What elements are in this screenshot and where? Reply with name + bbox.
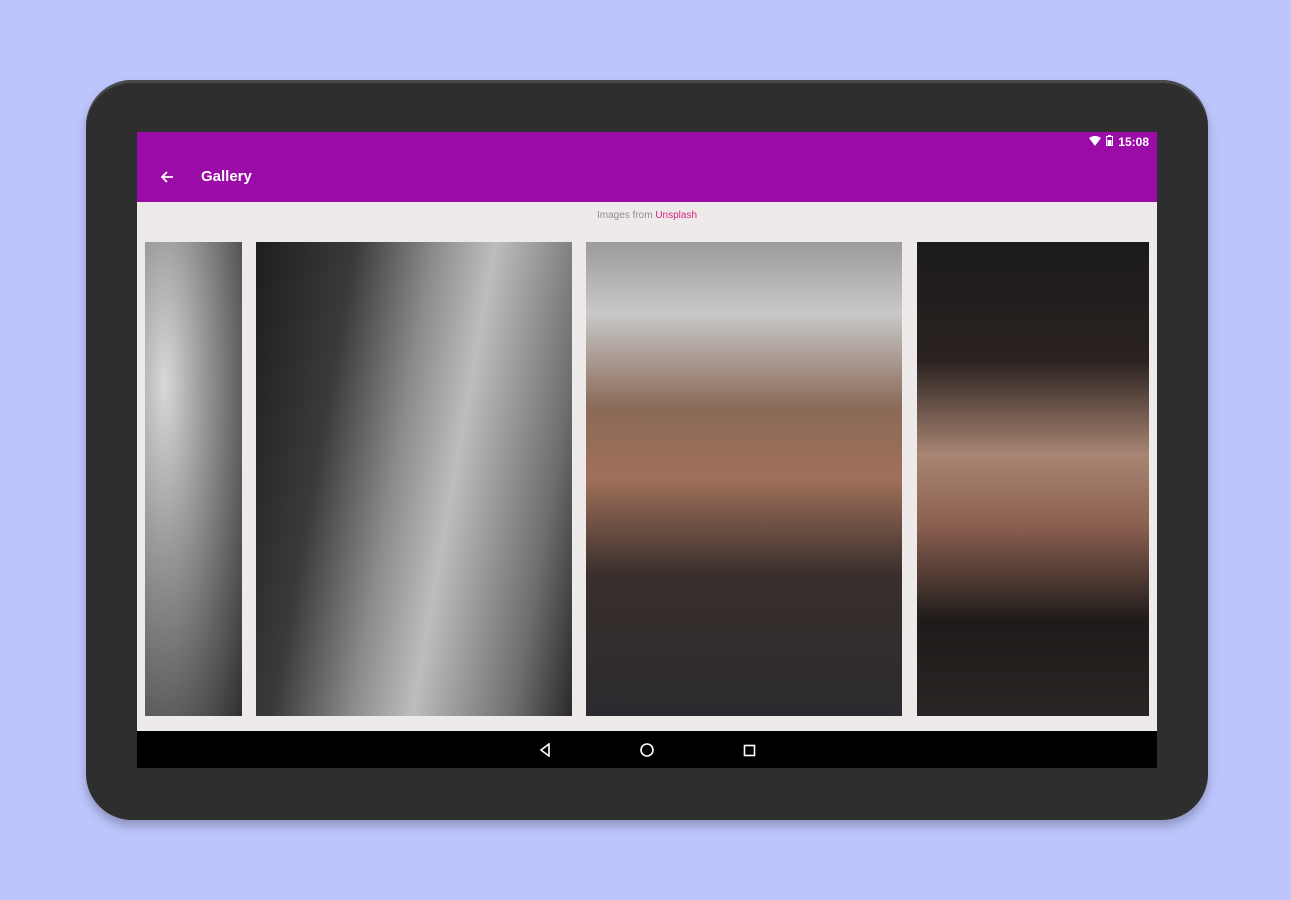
photo-woman[interactable] <box>917 242 1149 716</box>
app-bar: Gallery <box>137 152 1157 202</box>
navigation-bar <box>137 731 1157 768</box>
credit-prefix: Images from <box>596 210 653 221</box>
nav-home-icon[interactable] <box>636 739 658 761</box>
page-title: Gallery <box>201 168 252 185</box>
nav-back-icon[interactable] <box>534 739 556 761</box>
back-arrow-icon[interactable] <box>155 165 179 189</box>
photo-boy-hoodie[interactable] <box>586 242 902 716</box>
status-bar: 15:08 <box>137 132 1157 152</box>
battery-icon <box>1106 135 1114 149</box>
unsplash-link[interactable]: Unsplash <box>655 210 697 221</box>
image-credit: Images from Unsplash <box>137 210 1157 221</box>
nav-recents-icon[interactable] <box>738 739 760 761</box>
photo-young-man[interactable] <box>256 242 572 716</box>
photo-bearded-man[interactable] <box>145 242 242 716</box>
wifi-icon <box>1089 135 1102 149</box>
status-time: 15:08 <box>1118 135 1149 149</box>
device-screen: 15:08 Gallery Images from Unsplash <box>137 132 1157 768</box>
